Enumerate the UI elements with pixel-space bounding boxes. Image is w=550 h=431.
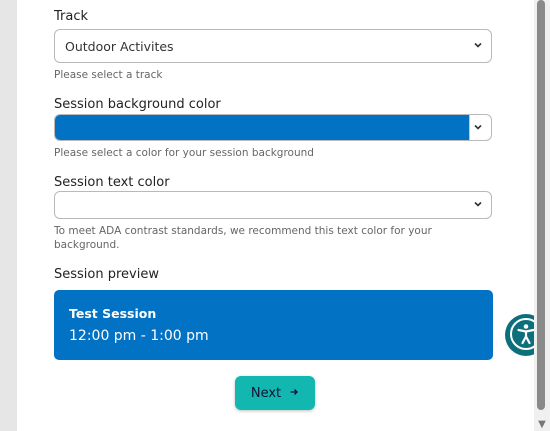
text-color-hint: To meet ADA contrast standards, we recom…: [54, 225, 432, 251]
select-divider: [469, 115, 470, 140]
chevron-down-icon: [473, 192, 483, 220]
track-select-value: Outdoor Activites: [65, 39, 174, 54]
chevron-down-icon: [473, 30, 483, 64]
session-preview-card: Test Session 12:00 pm - 1:00 pm: [54, 290, 493, 360]
preview-label: Session preview: [54, 267, 159, 282]
track-label: Track: [54, 9, 89, 24]
text-color-label: Session text color: [54, 175, 170, 190]
background-color-swatch: [55, 115, 469, 140]
arrow-right-icon: [289, 386, 299, 401]
scroll-down-arrow-icon[interactable]: ▼: [534, 418, 550, 431]
scrollbar-thumb[interactable]: [537, 0, 545, 410]
background-color-select[interactable]: [54, 114, 492, 141]
background-color-hint: Please select a color for your session b…: [54, 147, 314, 159]
preview-session-time: 12:00 pm - 1:00 pm: [69, 328, 209, 344]
background-color-label: Session background color: [54, 97, 221, 112]
track-select[interactable]: Outdoor Activites: [54, 29, 492, 63]
preview-session-title: Test Session: [69, 306, 157, 321]
text-color-select[interactable]: [54, 191, 492, 219]
next-button-label: Next: [250, 385, 282, 401]
page-background: [0, 0, 17, 431]
next-button[interactable]: Next: [235, 376, 315, 410]
chevron-down-icon: [473, 115, 483, 142]
track-hint: Please select a track: [54, 69, 163, 81]
